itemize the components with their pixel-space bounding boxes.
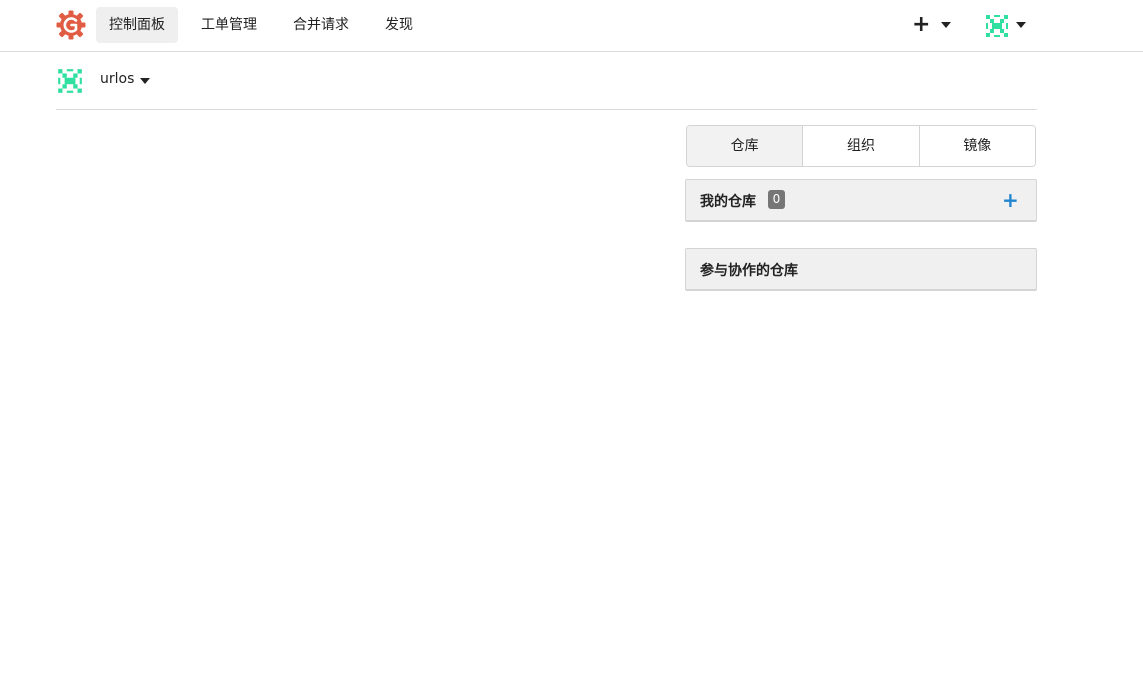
my-repositories-panel: 我的仓库 0 + [685, 179, 1037, 222]
tab-repositories[interactable]: 仓库 [687, 126, 804, 166]
collaborative-repositories-title: 参与协作的仓库 [700, 263, 798, 279]
repo-count-badge: 0 [768, 190, 785, 209]
create-new-dropdown[interactable]: + [910, 12, 956, 38]
top-navbar: 控制面板 工单管理 合并请求 发现 + [0, 0, 1143, 52]
plus-icon: + [912, 12, 931, 37]
context-username[interactable]: urlos [100, 71, 134, 87]
caret-down-icon [941, 22, 951, 28]
caret-down-icon [1016, 22, 1026, 28]
tab-organizations[interactable]: 组织 [803, 126, 920, 166]
nav-explore[interactable]: 发现 [372, 7, 426, 43]
repo-org-mirror-tabs: 仓库 组织 镜像 [686, 125, 1036, 167]
collaborative-repositories-panel: 参与协作的仓库 [685, 248, 1037, 291]
gitea-logo-icon[interactable] [55, 9, 87, 41]
add-repo-plus-icon[interactable]: + [1002, 190, 1019, 210]
avatar [984, 13, 1010, 39]
dashboard-context-switcher: urlos [56, 52, 1037, 110]
my-repositories-title: 我的仓库 [700, 194, 756, 210]
avatar[interactable] [56, 67, 84, 95]
nav-pull-requests[interactable]: 合并请求 [280, 7, 362, 43]
user-menu-dropdown[interactable] [984, 12, 1032, 40]
nav-issues[interactable]: 工单管理 [188, 7, 270, 43]
tab-mirrors[interactable]: 镜像 [919, 126, 1035, 166]
caret-down-icon[interactable] [140, 78, 150, 84]
nav-dashboard[interactable]: 控制面板 [96, 7, 178, 43]
